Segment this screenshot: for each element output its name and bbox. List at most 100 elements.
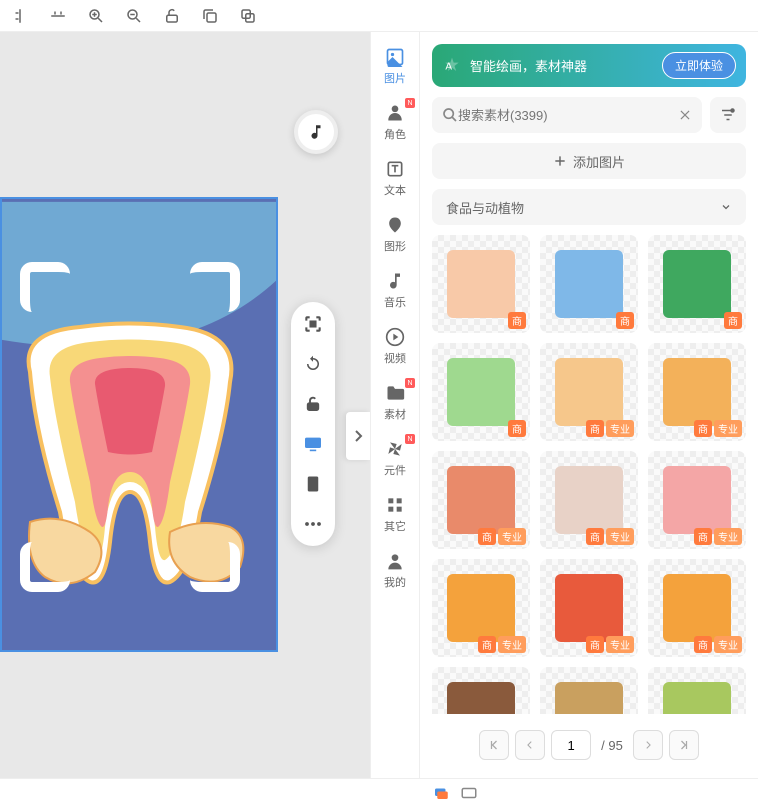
- align-horizontal-icon[interactable]: [10, 6, 30, 26]
- search-box[interactable]: [432, 97, 702, 133]
- unlock-icon[interactable]: [162, 6, 182, 26]
- zoom-in-icon[interactable]: [86, 6, 106, 26]
- asset-thumbnail: [447, 358, 516, 427]
- chevron-down-icon: [720, 201, 732, 213]
- tab-asset[interactable]: 素材N: [371, 376, 419, 428]
- tab-label: 素材: [384, 406, 406, 422]
- asset-bag[interactable]: 商专业: [432, 559, 530, 657]
- badge-pro: 专业: [606, 420, 634, 437]
- asset-chicken-1[interactable]: 商: [432, 235, 530, 333]
- badge-commercial: 商: [586, 420, 604, 437]
- asset-grid: 商商商商商专业商专业商专业商专业商专业商专业商专业商专业商专业商专业商专业: [432, 235, 746, 714]
- badge-commercial: 商: [694, 636, 712, 653]
- expand-panel-button[interactable]: [346, 412, 370, 460]
- paste-icon[interactable]: [238, 6, 258, 26]
- more-icon[interactable]: [301, 512, 325, 536]
- tab-component[interactable]: 元件N: [371, 432, 419, 484]
- asset-thumbnail: [555, 682, 624, 714]
- tab-text[interactable]: 文本: [371, 152, 419, 204]
- asset-thumbnail: [555, 466, 624, 535]
- badge-commercial: 商: [586, 528, 604, 545]
- asset-chicken-plate[interactable]: 商专业: [540, 343, 638, 441]
- music-icon: [384, 270, 406, 292]
- asset-wheat[interactable]: 商专业: [648, 667, 746, 714]
- badge-commercial: 商: [616, 312, 634, 329]
- pagination: / 95: [432, 724, 746, 766]
- asset-feast[interactable]: 商专业: [432, 451, 530, 549]
- category-select[interactable]: 食品与动植物: [432, 189, 746, 225]
- focus-icon[interactable]: [301, 312, 325, 336]
- asset-bucket[interactable]: 商专业: [540, 559, 638, 657]
- badge-pro: 专业: [714, 528, 742, 545]
- tab-music[interactable]: 音乐: [371, 264, 419, 316]
- top-toolbar: [0, 0, 758, 32]
- add-image-button[interactable]: 添加图片: [432, 143, 746, 179]
- promo-banner[interactable]: A 智能绘画，素材神器 立即体验: [432, 44, 746, 87]
- tab-label: 元件: [384, 462, 406, 478]
- rotate-icon[interactable]: [301, 352, 325, 376]
- asset-leaf-green[interactable]: 商: [648, 235, 746, 333]
- badge-pro: 专业: [498, 528, 526, 545]
- play-icon: [384, 326, 406, 348]
- badge-commercial: 商: [508, 420, 526, 437]
- badge-commercial: 商: [586, 636, 604, 653]
- align-vertical-icon[interactable]: [48, 6, 68, 26]
- asset-thumbnail: [555, 358, 624, 427]
- search-input[interactable]: [458, 108, 678, 123]
- asset-thumbnail: [447, 574, 516, 643]
- svg-text:A: A: [445, 61, 452, 72]
- asset-dots-blue[interactable]: 商: [540, 235, 638, 333]
- asset-thumbnail: [555, 250, 624, 319]
- asset-thumbnail: [663, 574, 732, 643]
- music-button[interactable]: [294, 110, 338, 154]
- display-icon[interactable]: [301, 432, 325, 456]
- badge-commercial: 商: [694, 528, 712, 545]
- tab-mine[interactable]: 我的: [371, 544, 419, 596]
- asset-bottle[interactable]: 商专业: [540, 451, 638, 549]
- layers-icon[interactable]: [432, 784, 450, 802]
- canvas-area[interactable]: [0, 32, 370, 778]
- badge-pro: 专业: [606, 528, 634, 545]
- promo-button[interactable]: 立即体验: [662, 52, 736, 79]
- tab-label: 图片: [384, 70, 406, 86]
- text-icon: [384, 158, 406, 180]
- asset-thumbnail: [663, 682, 732, 714]
- filter-button[interactable]: [710, 97, 746, 133]
- page-last-button[interactable]: [669, 730, 699, 760]
- badge-pro: 专业: [714, 420, 742, 437]
- asset-thumbnail: [663, 358, 732, 427]
- plus-icon: [553, 154, 567, 168]
- page-next-button[interactable]: [633, 730, 663, 760]
- tab-other[interactable]: 其它: [371, 488, 419, 540]
- search-icon: [442, 107, 458, 123]
- tab-role[interactable]: 角色N: [371, 96, 419, 148]
- asset-chestnut[interactable]: 商专业: [432, 667, 530, 714]
- asset-dots-green[interactable]: 商: [432, 343, 530, 441]
- asset-pancake[interactable]: 商专业: [648, 343, 746, 441]
- bottom-strip: [0, 778, 758, 806]
- tab-image[interactable]: 图片: [371, 40, 419, 92]
- page-first-button[interactable]: [479, 730, 509, 760]
- copy-icon[interactable]: [200, 6, 220, 26]
- tablet-icon[interactable]: [301, 472, 325, 496]
- tab-label: 角色: [384, 126, 406, 142]
- page-prev-button[interactable]: [515, 730, 545, 760]
- page-total: / 95: [601, 738, 623, 753]
- lock-icon[interactable]: [301, 392, 325, 416]
- asset-potato[interactable]: 商专业: [540, 667, 638, 714]
- tab-shape[interactable]: 图形: [371, 208, 419, 260]
- asset-cookies[interactable]: 商专业: [648, 559, 746, 657]
- clear-icon[interactable]: [678, 108, 692, 122]
- zoom-out-icon[interactable]: [124, 6, 144, 26]
- canvas-side-toolbar: [291, 302, 335, 546]
- pinwheel-icon: [384, 438, 406, 460]
- timeline-icon[interactable]: [460, 784, 478, 802]
- tab-video[interactable]: 视频: [371, 320, 419, 372]
- tab-label: 音乐: [384, 294, 406, 310]
- asset-meat[interactable]: 商专业: [648, 451, 746, 549]
- badge-commercial: 商: [508, 312, 526, 329]
- category-label: 食品与动植物: [446, 198, 524, 217]
- assets-panel: A 智能绘画，素材神器 立即体验 添加图片 食品与动植物 商商商商商专业商专业商…: [420, 32, 758, 778]
- tab-label: 图形: [384, 238, 406, 254]
- page-input[interactable]: [551, 730, 591, 760]
